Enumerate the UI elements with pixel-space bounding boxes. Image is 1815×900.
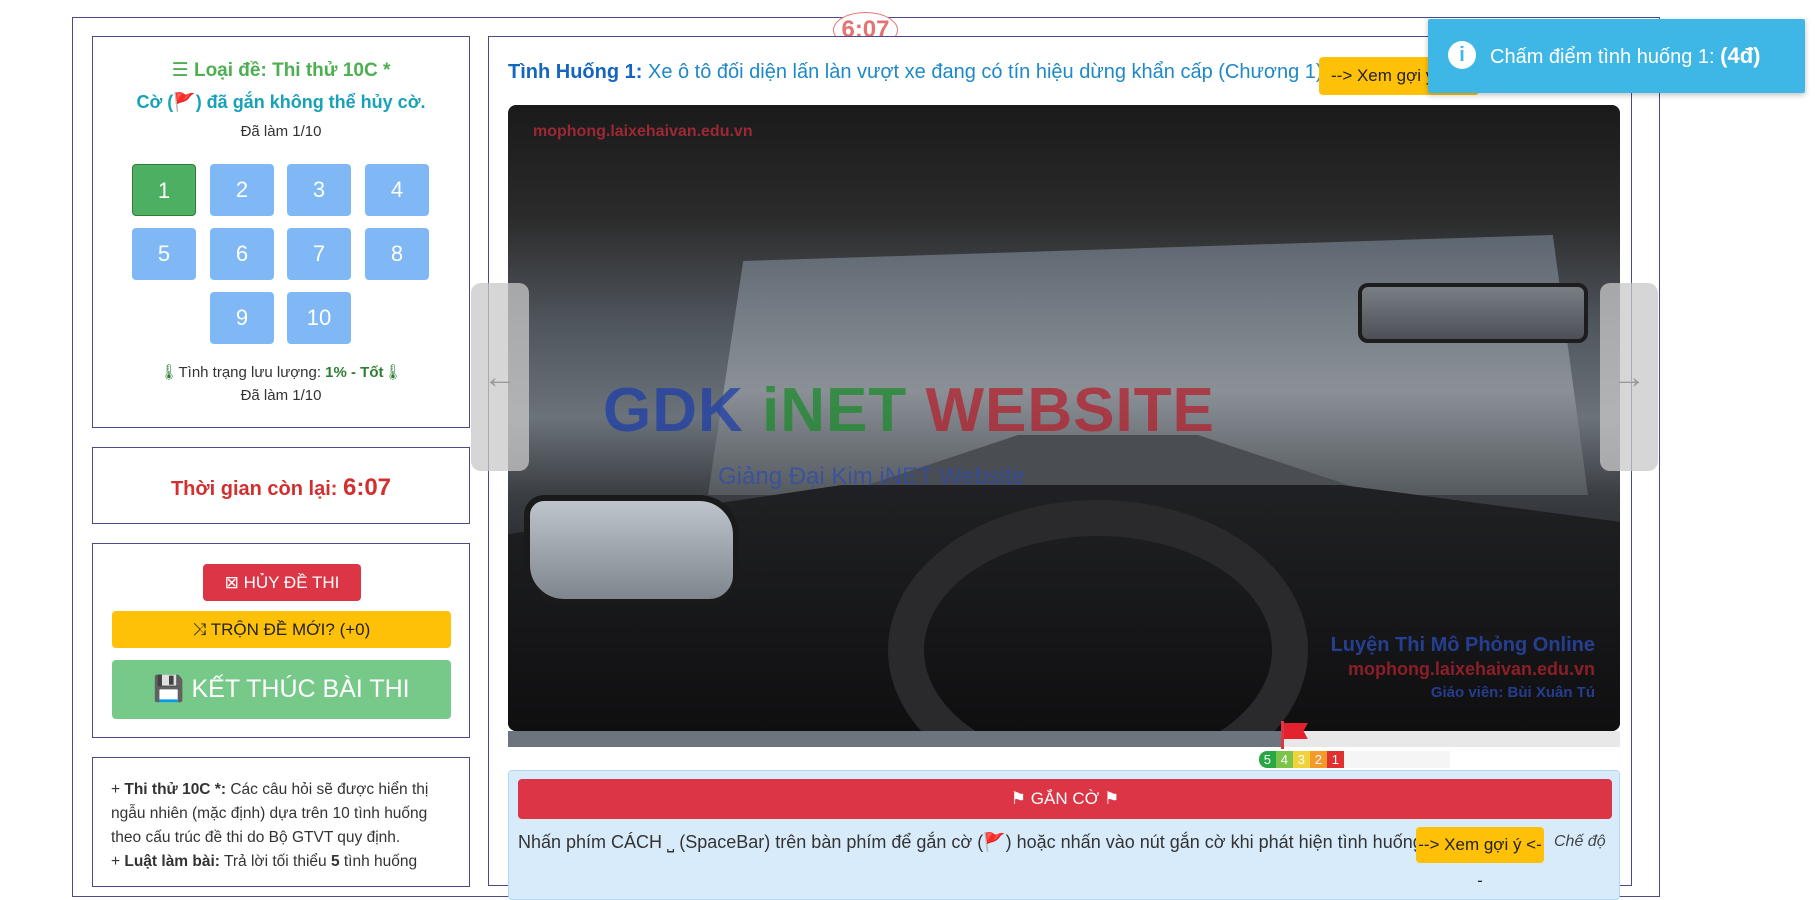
watermark-site: mophong.laixehaivan.edu.vn: [533, 123, 753, 140]
note-line-1: + Thi thử 10C *: Các câu hỏi sẽ được hiể…: [111, 781, 429, 846]
finish-exam-button[interactable]: 💾 KẾT THÚC BÀI THI: [112, 660, 451, 719]
video-side-mirror: [524, 495, 739, 605]
done-count-footer: Đã làm 1/10: [240, 387, 322, 404]
time-remaining-label: Thời gian còn lại:: [170, 478, 343, 500]
score-3: 3: [1292, 751, 1310, 768]
note-line-2: + Luật làm bài: Trả lời tối thiểu 5 tình…: [111, 853, 418, 870]
video-rearview-mirror: [1358, 283, 1588, 343]
watermark-brand: GDK iNET WEBSITE: [603, 376, 1215, 445]
view-hint-button-bottom[interactable]: --> Xem gợi ý <--: [1416, 827, 1544, 890]
exam-type-title: ☰ Loại đề: Thi thử 10C *: [171, 60, 391, 81]
shuffle-icon: ⤨: [192, 620, 207, 639]
score-scale-tail: [1343, 751, 1450, 768]
score-5: 5: [1258, 751, 1276, 768]
actions-panel: ⊠ HỦY ĐỀ THI ⤨ TRỘN ĐỀ MỚI? (+0) 💾 KẾT T…: [92, 543, 470, 738]
previous-arrow-icon[interactable]: ←: [471, 283, 529, 471]
question-main-panel: Tình Huống 1: Xe ô tô đối diện lấn làn v…: [488, 36, 1632, 900]
list-icon: ☰: [171, 60, 189, 81]
storage-status: 🌡Tình trạng lưu lượng: 1% - Tốt🌡: [159, 364, 403, 381]
shuffle-exam-button[interactable]: ⤨ TRỘN ĐỀ MỚI? (+0): [112, 611, 451, 648]
question-button-7[interactable]: 7: [287, 228, 351, 280]
question-title: Tình Huống 1: Xe ô tô đối diện lấn làn v…: [508, 61, 1323, 83]
cancel-exam-button[interactable]: ⊠ HỦY ĐỀ THI: [203, 564, 361, 601]
place-flag-button[interactable]: ⚑ GẮN CỜ ⚑: [518, 779, 1612, 819]
toast-text: Chấm điểm tình huống 1:: [1490, 46, 1721, 68]
watermark-subtitle: Giảng Đại Kim iNET Website: [718, 463, 1026, 490]
question-button-3[interactable]: 3: [287, 164, 351, 216]
watermark-credits: Luyện Thi Mô Phỏng Online mophong.laixeh…: [1330, 634, 1595, 701]
question-button-2[interactable]: 2: [210, 164, 274, 216]
info-icon: i: [1448, 41, 1476, 69]
flag-panel: ⚑ GẮN CỜ ⚑ Nhấn phím CÁCH ⎵ (SpaceBar) t…: [508, 770, 1620, 900]
time-remaining-panel: Thời gian còn lại: 6:07: [92, 447, 470, 524]
question-button-10[interactable]: 10: [287, 292, 351, 344]
question-button-9[interactable]: 9: [210, 292, 274, 344]
close-box-icon: ⊠: [224, 573, 239, 592]
score-scale: 5 4 3 2 1: [1258, 751, 1450, 768]
score-2: 2: [1309, 751, 1327, 768]
done-count: Đã làm 1/10: [240, 123, 322, 140]
question-button-4[interactable]: 4: [365, 164, 429, 216]
save-icon: 💾: [153, 675, 185, 703]
question-button-6[interactable]: 6: [210, 228, 274, 280]
video-progress-fill: [508, 731, 1281, 747]
flag-note: Cờ (🚩) đã gắn không thể hủy cờ.: [136, 92, 426, 112]
thermometer-icon: 🌡: [159, 364, 179, 381]
video-progress-bar[interactable]: [508, 731, 1620, 747]
time-remaining-value: 6:07: [342, 474, 392, 501]
question-button-1[interactable]: 1: [132, 164, 196, 216]
score-toast: i Chấm điểm tình huống 1: (4đ): [1428, 19, 1805, 93]
flag-icon: ⚑: [1103, 789, 1120, 808]
simulation-video[interactable]: mophong.laixehaivan.edu.vn GDK iNET WEBS…: [508, 105, 1620, 731]
thermometer-icon: 🌡: [383, 364, 403, 381]
flag-marker-icon: [1280, 721, 1311, 749]
next-arrow-icon[interactable]: →: [1600, 283, 1658, 471]
flag-icon: ⚑: [1010, 789, 1027, 808]
exam-notes-panel: + Thi thử 10C *: Các câu hỏi sẽ được hiể…: [92, 757, 470, 887]
score-4: 4: [1275, 751, 1293, 768]
question-button-8[interactable]: 8: [365, 228, 429, 280]
mode-label[interactable]: Chế độ: [1554, 833, 1606, 851]
question-button-5[interactable]: 5: [132, 228, 196, 280]
question-navigator-panel: ☰ Loại đề: Thi thử 10C * Cờ (🚩) đã gắn k…: [92, 36, 470, 428]
flag-instruction: Nhấn phím CÁCH ⎵ (SpaceBar) trên bàn phí…: [518, 832, 1428, 852]
toast-score: (4đ): [1720, 43, 1761, 68]
score-1: 1: [1326, 751, 1344, 768]
